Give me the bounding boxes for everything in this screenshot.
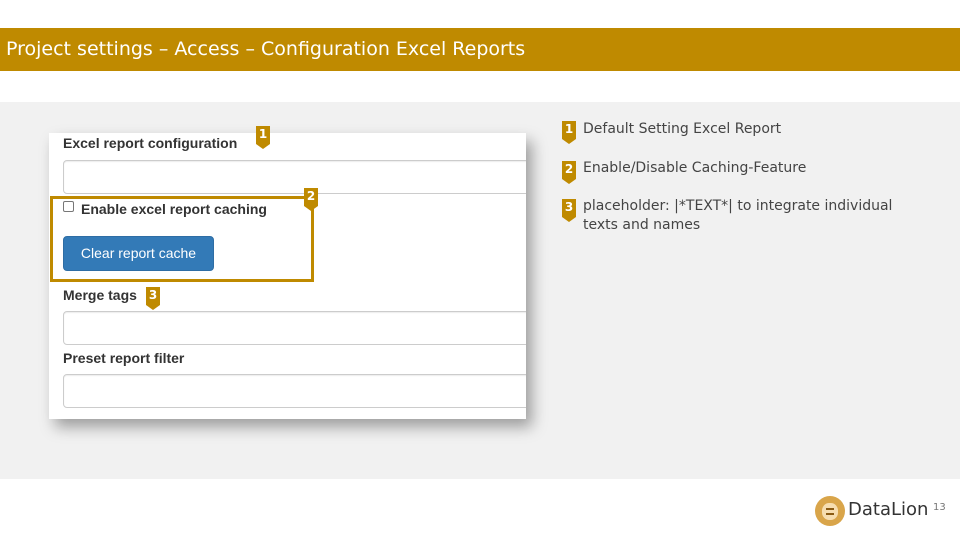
excel-config-label: Excel report configuration [63,135,238,151]
excel-config-input[interactable] [63,160,526,194]
title-bar: Project settings – Access – Configuratio… [0,28,960,71]
caching-highlight-box [50,196,314,282]
marker-3-badge: 3 [146,287,160,310]
preset-filter-input[interactable] [63,374,526,408]
legend-marker-3: 3 [562,199,576,222]
legend-marker-2: 2 [562,161,576,184]
marker-2-badge: 2 [304,188,318,211]
legend-text-2: Enable/Disable Caching-Feature [583,160,807,176]
merge-tags-label: Merge tags [63,287,137,303]
legend-text-3: placeholder: |*TEXT*| to integrate indiv… [583,198,893,233]
lion-logo-icon [815,496,845,526]
merge-tags-input[interactable] [63,311,526,345]
legend-marker-1: 1 [562,121,576,144]
page-number: 13 [933,502,946,513]
legend-text-1: Default Setting Excel Report [583,121,782,137]
marker-1-badge: 1 [256,126,270,149]
slide-title: Project settings – Access – Configuratio… [6,38,526,60]
preset-filter-label: Preset report filter [63,350,185,366]
brand-name: DataLion [848,499,929,520]
